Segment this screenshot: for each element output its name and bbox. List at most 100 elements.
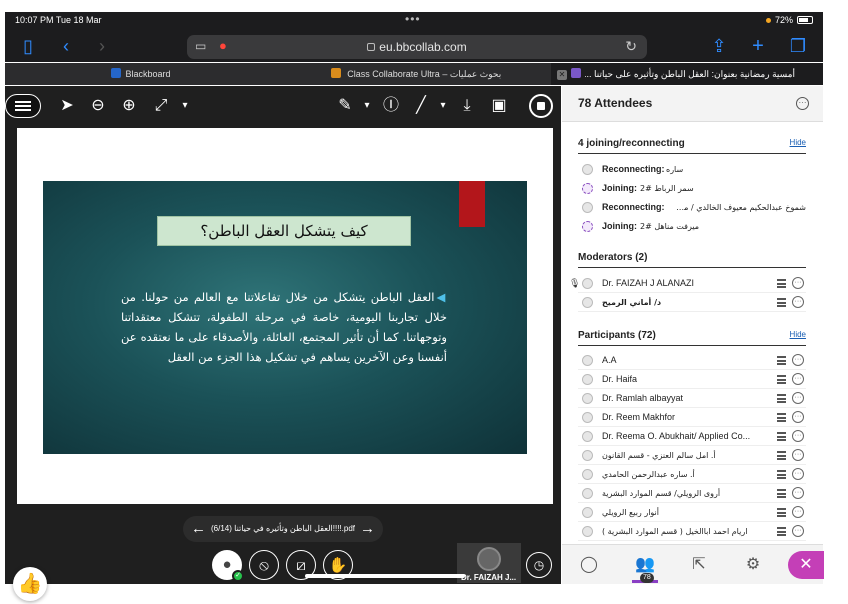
follow-speaker-button[interactable]: ◷ (526, 552, 552, 578)
participant-row[interactable]: Dr. Ramlah albayyat ··· (578, 389, 806, 408)
tabs-icon[interactable]: ❐ (787, 36, 809, 56)
participants-header-label: Participants (72) (578, 330, 656, 341)
participant-row[interactable]: A.A ··· (578, 351, 806, 370)
user-icon (582, 450, 593, 461)
stop-share-icon[interactable] (529, 94, 553, 118)
captions-icon[interactable] (777, 432, 786, 441)
attendee-options-icon[interactable]: ··· (792, 430, 804, 442)
participant-row[interactable]: Dr. Reema O. Abukhait/ Applied Co... ··· (578, 427, 806, 446)
participant-row[interactable]: أ. ساره عبدالرحمن الحامدي ··· (578, 465, 806, 484)
attendee-name: Dr. Ramlah albayyat (602, 393, 684, 403)
attendee-options-icon[interactable]: ··· (792, 468, 804, 480)
mic-off-icon: ⦸ (259, 557, 269, 574)
attendee-name: سمر الرباط #2 (640, 184, 694, 193)
attendee-options-icon[interactable]: ··· (792, 525, 804, 537)
attendee-options-icon[interactable]: ··· (792, 506, 804, 518)
hide-participants-link[interactable]: Hide (790, 330, 806, 339)
zoom-in-icon[interactable]: ⊕ (119, 96, 139, 116)
reload-icon[interactable]: ↻ (625, 38, 637, 55)
captions-icon[interactable] (777, 298, 786, 307)
fit-icon[interactable]: ⤢ (151, 96, 171, 116)
share-content-icon[interactable]: ⇱ (686, 553, 712, 577)
pager-label: (6/14) العقل الباطن وتأثيره في حياتنا!!!… (211, 524, 355, 533)
back-icon[interactable]: ‹ (55, 36, 77, 56)
captions-icon[interactable] (777, 375, 786, 384)
joining-row[interactable]: Reconnecting: شموخ عبدالحكيم معيوف الخال… (578, 198, 806, 217)
attendee-options-icon[interactable]: ··· (792, 392, 804, 404)
captions-icon[interactable] (777, 279, 786, 288)
share-icon[interactable]: ⇪ (708, 36, 730, 56)
join-status: Joining: (602, 221, 637, 231)
tab-label: بحوث عمليات – Class Collaborate Ultra (347, 69, 502, 79)
attendee-options-icon[interactable]: ··· (792, 411, 804, 423)
status-bar: 10:07 PM Tue 18 Mar ••• 72% (5, 12, 823, 30)
captions-icon[interactable] (777, 489, 786, 498)
joining-row[interactable]: Joining: سمر الرباط #2 (578, 179, 806, 198)
text-icon[interactable]: Ⓘ (381, 96, 401, 116)
tab-class-collaborate[interactable]: بحوث عمليات – Class Collaborate Ultra (278, 63, 550, 85)
slide-body-text: العقل الباطن يتشكل من خلال تفاعلاتنا مع … (121, 290, 447, 364)
more-options-icon[interactable]: ··· (796, 97, 809, 110)
session-menu-button[interactable] (5, 94, 41, 118)
attendee-options-icon[interactable]: ··· (792, 354, 804, 366)
sidebar-icon[interactable]: ▯ (17, 36, 39, 56)
joining-row[interactable]: Reconnecting: ساره (578, 160, 806, 179)
line-icon[interactable]: ╱ (411, 96, 431, 116)
captions-icon[interactable] (777, 413, 786, 422)
microphone-off-button[interactable]: ⦸ (249, 550, 279, 580)
camera-off-icon: ⧄ (296, 557, 306, 574)
captions-icon[interactable] (777, 470, 786, 479)
moderators-header-label: Moderators (2) (578, 252, 648, 263)
pointer-icon[interactable]: ➤ (57, 96, 77, 116)
moderator-row[interactable]: 🎙 Dr. FAIZAH J ALANAZI ··· (569, 274, 806, 293)
captions-icon[interactable] (777, 527, 786, 536)
attendee-options-icon[interactable]: ··· (792, 277, 804, 289)
pen-icon[interactable]: ✎ (335, 96, 355, 116)
forward-icon[interactable]: › (91, 36, 113, 56)
battery-icon (797, 16, 813, 24)
participant-row[interactable]: اريام احمد اباالخيل ( قسم الموارد البشري… (578, 522, 806, 541)
captions-icon[interactable] (777, 394, 786, 403)
participant-row[interactable]: أ. امل سالم العنزي - قسم القانون ··· (578, 446, 806, 465)
pen-dropdown-icon[interactable]: ▾ (357, 96, 377, 116)
participant-row[interactable]: أروى الرويلي/ قسم الموارد البشرية ··· (578, 484, 806, 503)
participant-row[interactable]: أنوار ربيع الرويلي ··· (578, 503, 806, 522)
line-dropdown-icon[interactable]: ▾ (433, 96, 453, 116)
screen-icon[interactable]: ▣ (489, 96, 509, 116)
attendee-options-icon[interactable]: ··· (792, 296, 804, 308)
captions-icon[interactable] (777, 451, 786, 460)
attendee-options-icon[interactable]: ··· (792, 449, 804, 461)
user-icon (582, 431, 593, 442)
close-panel-button[interactable]: ✕ (788, 551, 824, 579)
settings-icon[interactable]: ⚙ (740, 553, 766, 577)
user-icon (582, 164, 593, 175)
tab-blackboard[interactable]: Blackboard (5, 63, 277, 85)
moderator-row[interactable]: د/ أماني الرميح ··· (578, 293, 806, 312)
next-page-icon[interactable]: → (360, 516, 375, 542)
home-indicator[interactable] (305, 574, 465, 578)
joining-row[interactable]: Joining: ميرفت مناهل #2 (578, 217, 806, 236)
captions-icon[interactable] (777, 508, 786, 517)
close-tab-icon[interactable]: ✕ (557, 70, 567, 80)
fit-dropdown-icon[interactable]: ▾ (175, 96, 195, 116)
address-bar[interactable]: ▭ ● eu.bbcollab.com ↻ (187, 35, 647, 59)
attendees-icon[interactable]: 👥 78 (632, 553, 658, 583)
hide-joining-link[interactable]: Hide (790, 138, 806, 147)
previous-page-icon[interactable]: ← (191, 516, 206, 542)
multitask-dots-icon[interactable]: ••• (405, 12, 421, 26)
attendee-options-icon[interactable]: ··· (792, 373, 804, 385)
attendee-name: A.A (602, 355, 617, 365)
download-icon[interactable]: ⤓ (457, 96, 477, 116)
tab-active-session[interactable]: ✕ أمسية رمضانية بعنوان: العقل الباطن وتأث… (551, 63, 823, 85)
joining-header-label: 4 joining/reconnecting (578, 138, 685, 149)
thumbs-up-icon[interactable]: 👍 (13, 567, 47, 601)
participant-row[interactable]: Dr. Haifa ··· (578, 370, 806, 389)
chat-icon[interactable]: ◯ (576, 553, 602, 577)
participant-row[interactable]: Dr. Reem Makhfor ··· (578, 408, 806, 427)
attendee-options-icon[interactable]: ··· (792, 487, 804, 499)
captions-icon[interactable] (777, 356, 786, 365)
my-status-button[interactable]: ● ✓ (212, 550, 244, 582)
zoom-out-icon[interactable]: ⊖ (88, 96, 108, 116)
speaker-video-tile[interactable]: Dr. FAIZAH J... (457, 543, 521, 583)
new-tab-icon[interactable]: + (747, 36, 769, 56)
